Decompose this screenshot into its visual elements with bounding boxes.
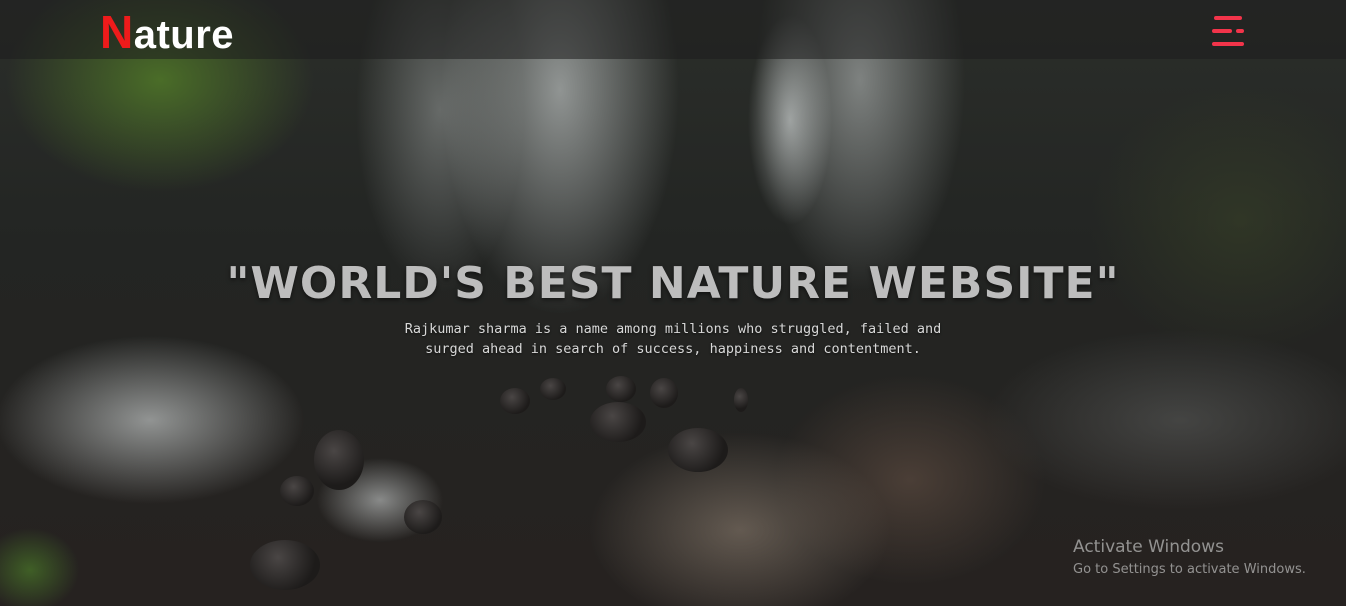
logo-initial: N	[100, 6, 134, 58]
page: Nature "WORLD'S BEST NATURE WEBSITE" Raj…	[0, 0, 1346, 606]
site-logo[interactable]: Nature	[100, 6, 234, 61]
top-navbar: Nature	[0, 0, 1346, 59]
logo-text: ature	[133, 13, 235, 57]
hero-headline: "WORLD'S BEST NATURE WEBSITE"	[226, 258, 1120, 309]
tagline-line-2: surged ahead in search of success, happi…	[425, 341, 921, 357]
tagline-line-1: Rajkumar sharma is a name among millions…	[404, 321, 942, 337]
activate-windows-watermark: Activate Windows Go to Settings to activ…	[1073, 536, 1306, 580]
hero-tagline: Rajkumar sharma is a name among millions…	[340, 319, 1006, 359]
menu-button[interactable]	[1208, 12, 1250, 50]
watermark-subtitle: Go to Settings to activate Windows.	[1073, 562, 1306, 577]
watermark-title: Activate Windows	[1073, 537, 1224, 557]
